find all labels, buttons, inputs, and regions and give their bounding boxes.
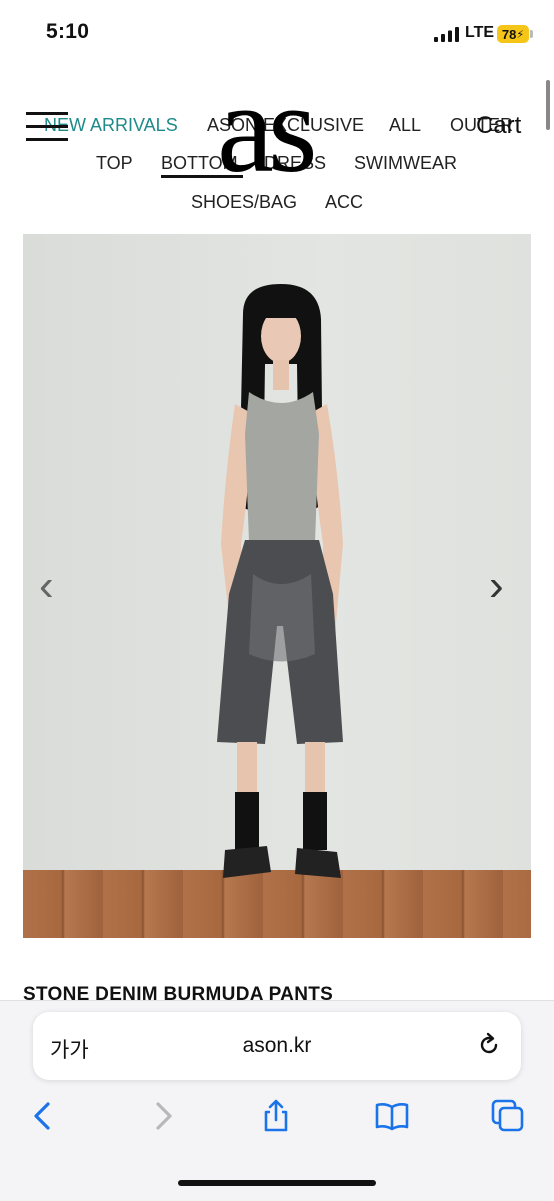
- battery-tip: [530, 30, 533, 38]
- next-image-icon[interactable]: ›: [489, 564, 504, 608]
- back-icon[interactable]: [26, 1098, 62, 1134]
- menu-icon[interactable]: [26, 112, 68, 144]
- url-text[interactable]: ason.kr: [0, 1034, 554, 1058]
- battery-icon: 78 ⚡: [497, 25, 529, 43]
- forward-icon[interactable]: [144, 1098, 180, 1134]
- tabs-icon[interactable]: [490, 1098, 526, 1134]
- prev-image-icon[interactable]: ‹: [39, 564, 54, 608]
- nav-ason-exclusive[interactable]: ASON EXCLUSIVE: [207, 115, 364, 136]
- nav-all[interactable]: ALL: [389, 115, 421, 136]
- bookmarks-icon[interactable]: [374, 1098, 410, 1134]
- status-time: 5:10: [46, 20, 90, 43]
- signal-icon: [434, 27, 459, 42]
- nav-swimwear[interactable]: SWIMWEAR: [354, 153, 457, 174]
- nav-active-underline: [161, 175, 243, 178]
- reload-icon[interactable]: [476, 1032, 502, 1058]
- nav-bottom[interactable]: BOTTOM: [161, 153, 238, 174]
- cart-link[interactable]: Cart: [476, 112, 521, 140]
- model-figure: [217, 284, 343, 878]
- home-indicator[interactable]: [178, 1180, 376, 1186]
- scrollbar[interactable]: [546, 80, 550, 130]
- nav-top[interactable]: TOP: [96, 153, 133, 174]
- nav-acc[interactable]: ACC: [325, 192, 363, 213]
- network-type: LTE: [465, 24, 495, 41]
- share-icon[interactable]: [258, 1098, 294, 1134]
- nav-dress[interactable]: DRESS: [264, 153, 326, 174]
- nav-shoes-bag[interactable]: SHOES/BAG: [191, 192, 297, 213]
- product-image[interactable]: ‹ ›: [23, 234, 531, 938]
- battery-level: 78: [501, 26, 517, 42]
